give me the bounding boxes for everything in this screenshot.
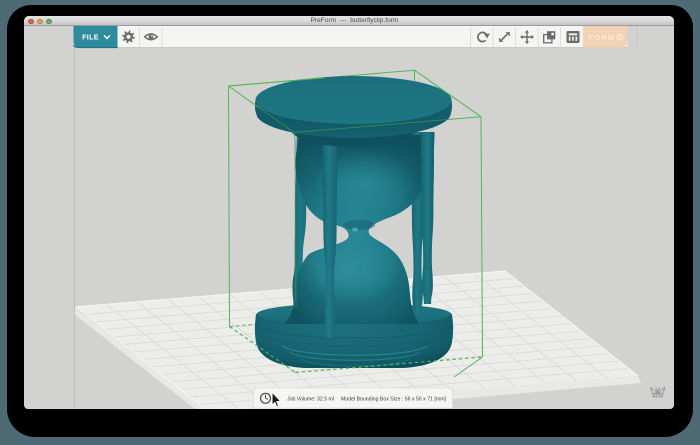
svg-text:FILE: FILE [82, 33, 99, 42]
svg-text:Model Bounding Box Size : 56 x: Model Bounding Box Size : 56 x 56 x 71 [… [341, 396, 447, 402]
svg-text:FORM: FORM [589, 33, 616, 42]
svg-text:Job Volume: 32.5 ml: Job Volume: 32.5 ml [287, 396, 334, 402]
